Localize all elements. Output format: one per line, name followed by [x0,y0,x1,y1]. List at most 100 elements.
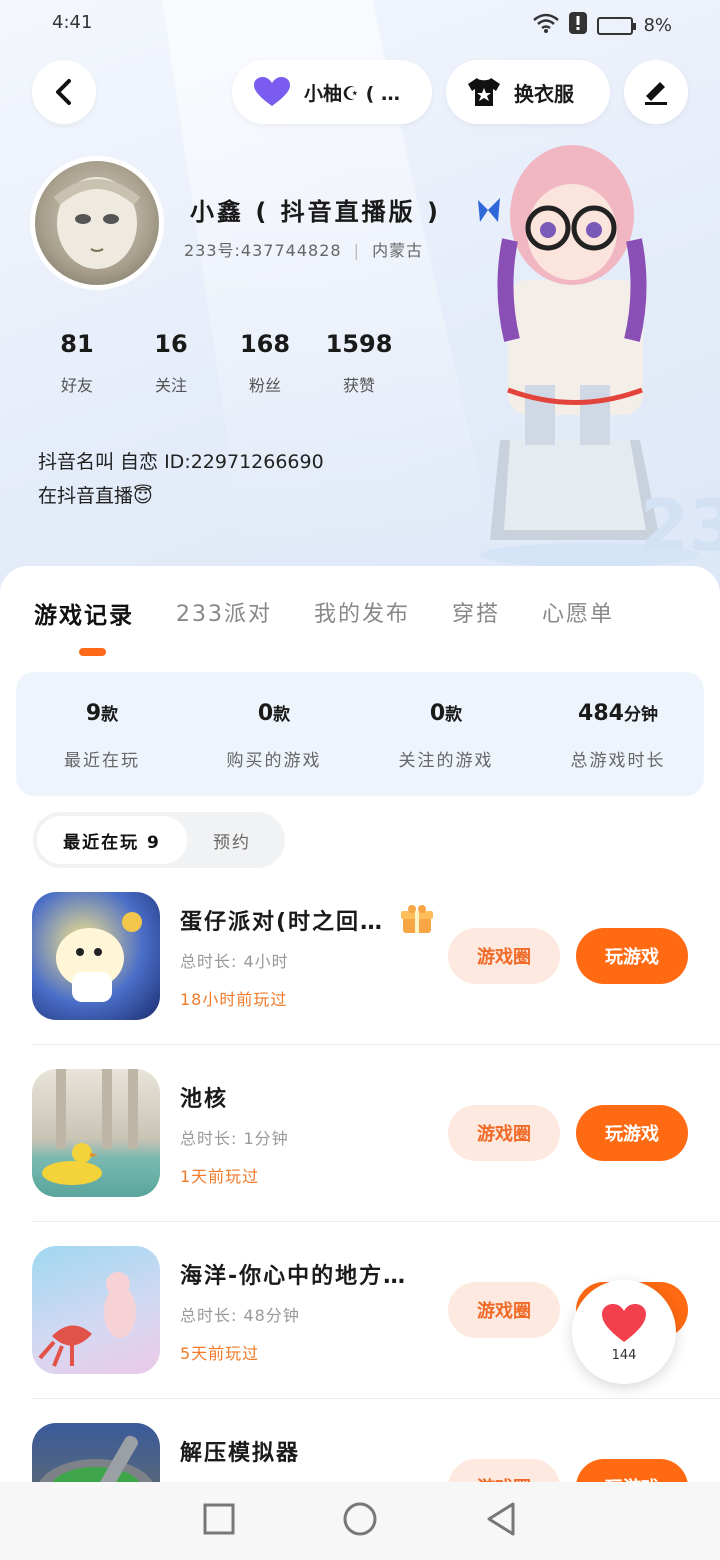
heart-icon [254,77,290,106]
divider [32,1398,720,1399]
segment-reserve[interactable]: 预约 [187,816,277,864]
figure-watermark: 233 [640,485,720,567]
game-last-played: 5天前玩过 [180,1344,260,1363]
stat-friends[interactable]: 81 好友 [30,330,124,396]
stat-following[interactable]: 16 关注 [124,330,218,396]
game-row[interactable]: 池核 总时长: 1分钟 1天前玩过 游戏圈 玩游戏 [32,1069,720,1245]
summary-value: 0 [257,701,274,726]
battery-percent: 8% [643,15,672,36]
stat-label: 获赞 [342,376,375,395]
stat-value: 168 [239,330,291,358]
game-circle-button[interactable]: 游戏圈 [448,1105,560,1161]
user-id: 233号:437744828 [184,241,342,260]
game-filter-segment: 最近在玩 9 预约 [33,812,285,868]
game-duration: 总时长: 48分钟 [180,1306,300,1325]
stat-label: 关注 [154,376,187,395]
summary-unit: 分钟 [623,705,658,725]
system-nav-bar [0,1482,720,1560]
change-outfit-label: 换衣服 [514,81,574,106]
summary-label: 关注的游戏 [398,751,494,771]
summary-label: 最近在玩 [64,751,140,771]
play-game-button[interactable]: 玩游戏 [576,1459,688,1482]
game-thumbnail[interactable] [32,1246,160,1374]
like-button[interactable]: 144 [572,1280,676,1384]
avatar-figure[interactable]: 233 [470,140,720,580]
nickname: 小鑫 ( 抖音直播版 ) [190,198,442,226]
summary-value: 9 [85,701,102,726]
game-thumbnail[interactable] [32,892,160,1020]
partner-label: 小柚☪︎ ( … [304,82,400,105]
stat-likes[interactable]: 1598 获赞 [312,330,406,396]
game-circle-button[interactable]: 游戏圈 [448,1282,560,1338]
status-bar: 4:41 8% [0,10,720,40]
edit-profile-button[interactable] [624,60,688,124]
profile-tabs: 游戏记录 233派对 我的发布 穿搭 心愿单 [34,596,614,630]
summary-recent[interactable]: 9款 最近在玩 [16,672,188,796]
stat-value: 1598 [325,330,393,358]
summary-unit: 款 [445,705,463,725]
tab-my-posts[interactable]: 我的发布 [314,596,410,630]
summary-total-time[interactable]: 484分钟 总游戏时长 [532,672,704,796]
change-outfit-button[interactable]: 换衣服 [446,60,610,124]
game-circle-button[interactable]: 游戏圈 [448,1459,560,1482]
stat-value: 81 [60,330,94,358]
game-title: 池核 [180,1087,229,1112]
game-thumbnail[interactable] [32,1423,160,1482]
tab-outfits[interactable]: 穿搭 [452,596,500,630]
divider [32,1044,720,1045]
home-button[interactable] [342,1501,378,1541]
game-row[interactable]: 蛋仔派对(时之回… 总时长: 4小时 18小时前玩过 游戏圈 玩游戏 [32,892,720,1068]
heart-icon [602,1303,646,1342]
bio: 抖音名叫 自恋 ID:22971266690 在抖音直播😇 [38,445,324,513]
profile-stats: 81 好友 16 关注 168 粉丝 1598 获赞 [30,330,406,396]
game-thumbnail[interactable] [32,1069,160,1197]
tab-233-party[interactable]: 233派对 [176,596,272,630]
game-last-played: 18小时前玩过 [180,990,288,1009]
back-nav-button[interactable] [485,1501,517,1541]
like-count: 144 [611,1347,637,1363]
game-duration: 总时长: 4小时 [180,952,289,971]
bio-line: 抖音名叫 自恋 ID:22971266690 [38,451,324,473]
summary-followed[interactable]: 0款 关注的游戏 [360,672,532,796]
divider [32,1221,720,1222]
summary-value: 0 [429,701,446,726]
segment-recent[interactable]: 最近在玩 9 [37,816,187,864]
summary-label: 总游戏时长 [570,751,666,771]
chevron-left-icon [56,79,71,105]
tshirt-icon [468,78,500,106]
stat-fans[interactable]: 168 粉丝 [218,330,312,396]
game-title: 蛋仔派对(时之回… [180,904,434,941]
status-time: 4:41 [52,12,93,33]
bio-line: 在抖音直播😇 [38,485,153,507]
wifi-icon [533,13,560,38]
game-title: 解压模拟器 [180,1441,301,1466]
summary-purchased[interactable]: 0款 购买的游戏 [188,672,360,796]
partner-pill[interactable]: 小柚☪︎ ( … [232,60,432,124]
region: 内蒙古 [372,241,424,260]
game-last-played: 1天前玩过 [180,1167,260,1186]
alert-icon [569,12,588,39]
battery-icon [597,16,637,35]
gift-icon [400,905,434,941]
avatar[interactable] [30,156,164,290]
tab-game-records[interactable]: 游戏记录 [34,596,134,630]
game-title: 海洋-你心中的地方… [180,1264,408,1289]
pencil-icon [645,82,667,105]
recent-apps-button[interactable] [203,1503,235,1539]
play-game-button[interactable]: 玩游戏 [576,1105,688,1161]
play-game-button[interactable]: 玩游戏 [576,928,688,984]
stat-label: 好友 [60,376,93,395]
back-button[interactable] [32,60,96,124]
game-title-text: 蛋仔派对(时之回… [180,910,385,935]
stat-value: 16 [154,330,188,358]
tab-wishlist[interactable]: 心愿单 [542,596,614,630]
game-summary: 9款 最近在玩 0款 购买的游戏 0款 关注的游戏 484分钟 总游戏时长 [16,672,704,796]
summary-value: 484 [578,701,624,726]
game-row[interactable]: 解压模拟器 游戏圈 玩游戏 [32,1423,720,1482]
tab-indicator [79,648,106,656]
game-circle-button[interactable]: 游戏圈 [448,928,560,984]
game-duration: 总时长: 1分钟 [180,1129,289,1148]
stat-label: 粉丝 [248,376,281,395]
summary-unit: 款 [273,705,291,725]
summary-label: 购买的游戏 [226,751,322,771]
